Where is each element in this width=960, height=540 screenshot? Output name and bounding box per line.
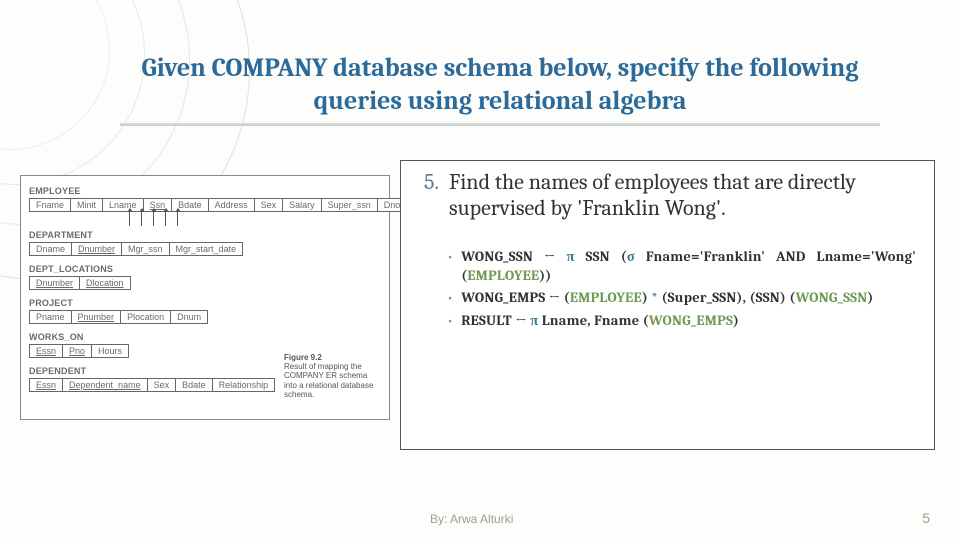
table-name-works-on: WORKS_ON [29,332,381,342]
table-name-project: PROJECT [29,298,381,308]
slide-title: Given COMPANY database schema below, spe… [120,52,880,126]
table-name-dept-locations: DEPT_LOCATIONS [29,264,381,274]
table-row: Fname Minit Lname Ssn Bdate Address Sex … [29,198,407,212]
question-number: 5. [415,169,439,222]
bullet-icon: • [447,289,453,308]
table-name-department: DEPARTMENT [29,230,381,240]
content-box: 5. Find the names of employees that are … [400,160,935,450]
title-underline [120,123,880,126]
algebra-line-1: WONG_SSN ← π SSN (σ Fname='Franklin' AND… [461,248,916,286]
table-row: Essn Pno Hours [29,344,129,358]
list-item: • RESULT ← π Lname, Fname (WONG_EMPS) [447,312,916,331]
table-row: Dnumber Dlocation [29,276,131,290]
table-row: Essn Dependent_name Sex Bdate Relationsh… [29,378,275,392]
question-row: 5. Find the names of employees that are … [415,169,916,222]
table-name-employee: EMPLOYEE [29,186,381,196]
algebra-list: • WONG_SSN ← π SSN (σ Fname='Franklin' A… [415,248,916,331]
question-text: Find the names of employees that are dir… [449,169,916,222]
figure-caption: Figure 9.2 Result of mapping the COMPANY… [284,353,379,399]
bullet-icon: • [447,312,453,331]
bullet-icon: • [447,248,453,286]
title-text: Given COMPANY database schema below, spe… [120,52,880,117]
schema-diagram: EMPLOYEE Fname Minit Lname Ssn Bdate Add… [20,175,390,420]
list-item: • WONG_SSN ← π SSN (σ Fname='Franklin' A… [447,248,916,286]
table-row: Dname Dnumber Mgr_ssn Mgr_start_date [29,242,243,256]
footer-page-number: 5 [922,510,930,526]
algebra-line-2: WONG_EMPS ← (EMPLOYEE) * (Super_SSN), (S… [461,289,916,308]
footer-author: By: Arwa Alturki [430,512,513,526]
algebra-line-3: RESULT ← π Lname, Fname (WONG_EMPS) [461,312,916,331]
table-row: Pname Pnumber Plocation Dnum [29,310,208,324]
list-item: • WONG_EMPS ← (EMPLOYEE) * (Super_SSN), … [447,289,916,308]
